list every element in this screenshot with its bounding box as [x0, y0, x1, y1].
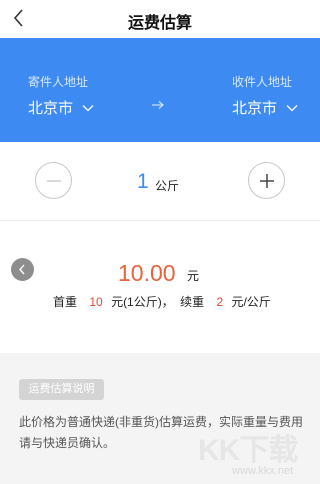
price-estimate: 10.00 元 首重 10 元(1公斤)， 续重 2 元/公斤 [0, 221, 320, 353]
rate-details: 首重 10 元(1公斤)， 续重 2 元/公斤 [53, 293, 271, 310]
plus-icon [260, 174, 274, 188]
sender-address-label: 寄件人地址 [28, 75, 89, 89]
watermark-brand: KK下载 [198, 434, 298, 467]
route-header: 寄件人地址 收件人地址 北京市 北京市 [0, 38, 320, 142]
weight-unit: 公斤 [155, 179, 180, 193]
continued-weight-label: 续重 [180, 295, 205, 309]
chevron-down-icon [286, 104, 298, 111]
first-weight-price: 10 [89, 295, 103, 309]
receiver-city-select[interactable]: 北京市 [232, 97, 298, 118]
receiver-city-value: 北京市 [231, 100, 277, 117]
first-weight-unit: 元(1公斤)， [111, 295, 174, 309]
watermark-url: www.kkx.net [232, 465, 294, 477]
estimate-info-tag: 运费估算说明 [19, 379, 104, 400]
page-title: 运费估算 [127, 15, 192, 32]
arrow-right-icon [152, 101, 164, 109]
estimated-price: 10.00 [118, 260, 176, 286]
minus-icon [47, 180, 61, 182]
increase-weight-button[interactable] [248, 162, 285, 199]
watermark: KK下载 www.kkx.net [198, 425, 314, 481]
receiver-address-label: 收件人地址 [231, 75, 292, 89]
weight-stepper: 1 公斤 [0, 142, 320, 220]
first-weight-label: 首重 [53, 295, 78, 309]
sender-city-value: 北京市 [28, 100, 74, 117]
decrease-weight-button[interactable] [35, 162, 72, 199]
weight-value: 1 [137, 170, 149, 193]
chevron-down-icon [82, 104, 94, 111]
nav-bar: 运费估算 [0, 0, 320, 38]
collapse-button[interactable] [11, 258, 34, 281]
continued-weight-unit: 元/公斤 [231, 295, 271, 309]
sender-city-select[interactable]: 北京市 [28, 97, 94, 118]
price-unit: 元 [187, 269, 200, 283]
chevron-left-icon [19, 264, 25, 275]
continued-weight-price: 2 [216, 295, 224, 309]
